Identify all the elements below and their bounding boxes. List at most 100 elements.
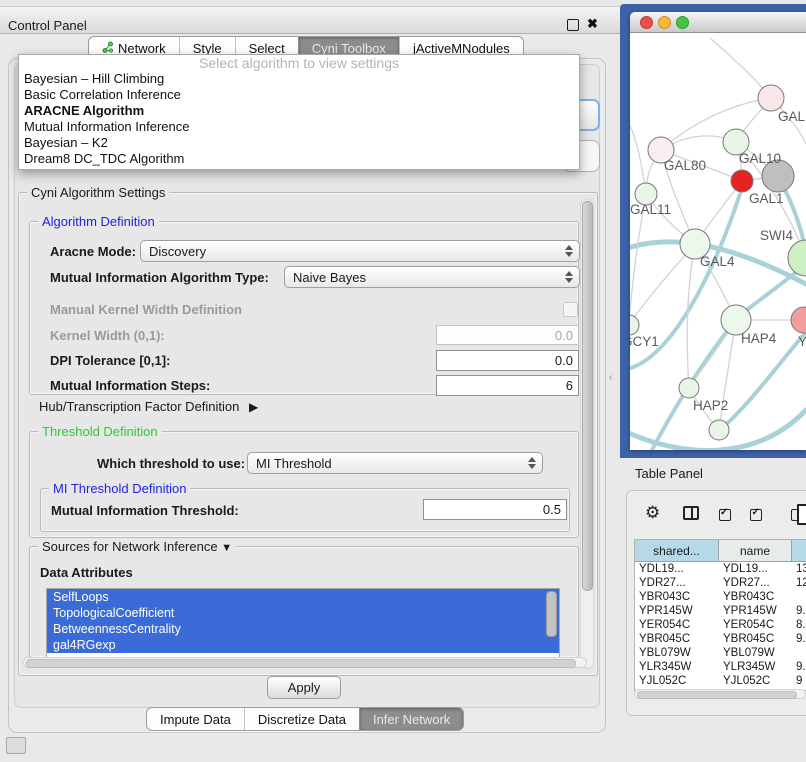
dropdown-item[interactable]: Basic Correlation Inference [19, 87, 579, 103]
node-label-gal4: GAL4 [700, 254, 735, 269]
attribute-list-item[interactable]: gal4RGexp [47, 637, 559, 653]
table-cell: YDL19... [719, 562, 792, 576]
dpi-tolerance-value: 0.0 [555, 353, 573, 368]
sources-title: Sources for Network Inference ▼ [38, 539, 236, 554]
table-row[interactable]: YJL052CYJL052C9 [635, 674, 806, 688]
dpi-tolerance-label: DPI Tolerance [0,1]: [50, 353, 170, 368]
mi-algorithm-type-combo[interactable]: Naive Bayes [284, 266, 580, 288]
zoom-traffic-light-icon[interactable] [676, 16, 689, 29]
table-row[interactable]: YBR045CYBR045C9. [635, 632, 806, 646]
table-cell: YPR145W [719, 604, 792, 618]
table-cell: 9. [792, 632, 806, 646]
select-all-checkbox-icon[interactable] [719, 509, 731, 521]
collapse-down-arrow-icon[interactable]: ▼ [221, 542, 232, 554]
tab-impute-data[interactable]: Impute Data [147, 708, 244, 730]
table-cell: 12 [792, 576, 806, 590]
network-node[interactable] [709, 420, 729, 440]
table-row[interactable]: YLR345WYLR345W9. [635, 660, 806, 674]
table-row[interactable]: YDR27...YDR27...12 [635, 576, 806, 590]
settings-hscroll-thumb[interactable] [26, 659, 576, 668]
split-columns-icon[interactable] [683, 506, 699, 520]
apply-button[interactable]: Apply [267, 676, 341, 699]
algorithm-definition-group: Algorithm Definition Aracne Mode: Discov… [29, 221, 579, 395]
tab-infer-network[interactable]: Infer Network [359, 708, 463, 730]
mi-algorithm-type-value: Naive Bayes [293, 270, 563, 285]
aracne-mode-combo[interactable]: Discovery [140, 240, 580, 262]
node-label-gal10: GAL10 [739, 151, 781, 166]
algorithm-dropdown-popup: Select algorithm to view settings Bayesi… [18, 54, 580, 170]
select-all-checkbox-icon[interactable] [750, 509, 762, 521]
minimize-traffic-light-icon[interactable] [658, 16, 671, 29]
hub-definition-expander[interactable]: Hub/Transcription Factor Definition ▶ [39, 399, 252, 414]
table-cell: YER054C [635, 618, 719, 632]
docked-panel-icon[interactable] [6, 737, 26, 754]
which-threshold-combo[interactable]: MI Threshold [247, 452, 543, 474]
table-row[interactable]: YBL079WYBL079W [635, 646, 806, 660]
gear-icon[interactable]: ⚙ [645, 503, 660, 523]
float-window-button[interactable] [567, 19, 579, 31]
close-traffic-light-icon[interactable] [640, 16, 653, 29]
dpi-tolerance-field[interactable]: 0.0 [436, 350, 579, 371]
dropdown-item[interactable]: Bayesian – K2 [19, 135, 579, 151]
manual-kernel-width-checkbox[interactable] [563, 302, 578, 317]
mi-threshold-value: 0.5 [543, 502, 561, 517]
column-header-name[interactable]: name [719, 540, 792, 561]
network-view-frame[interactable]: GALGAL80GAL10GAL1GAL11SWI4GAL4GCY1HAP4YH… [620, 4, 806, 458]
mi-threshold-label: Mutual Information Threshold: [51, 503, 239, 518]
table-hscroll-thumb[interactable] [637, 691, 797, 699]
attribute-list-item[interactable]: SelfLoops [47, 589, 559, 605]
kernel-width-label: Kernel Width (0,1): [50, 328, 165, 343]
kernel-width-field[interactable]: 0.0 [436, 325, 579, 345]
dropdown-item[interactable]: ARACNE Algorithm [19, 103, 579, 119]
table-cell: YDL19... [635, 562, 719, 576]
table-horizontal-scrollbar[interactable] [634, 689, 806, 699]
new-table-icon[interactable] [797, 504, 806, 525]
mi-threshold-field[interactable]: 0.5 [423, 499, 567, 520]
network-window-titlebar[interactable] [630, 12, 806, 33]
node-label-y: Y [798, 334, 806, 349]
kernel-width-value: 0.0 [555, 328, 573, 343]
aracne-mode-value: Discovery [149, 244, 563, 259]
column-header-A[interactable]: A [792, 540, 806, 561]
attribute-list-item[interactable]: BetweennessCentrality [47, 621, 559, 637]
mi-steps-field[interactable]: 6 [436, 375, 579, 396]
table-cell: 13 [792, 562, 806, 576]
dropdown-item[interactable]: Mutual Information Inference [19, 119, 579, 135]
dropdown-item[interactable]: Bayesian – Hill Climbing [19, 71, 579, 87]
column-header-shared...[interactable]: shared... [635, 540, 719, 561]
network-canvas[interactable]: GALGAL80GAL10GAL1GAL11SWI4GAL4GCY1HAP4YH… [630, 32, 806, 450]
dropdown-item[interactable]: Dream8 DC_TDC Algorithm [19, 151, 579, 167]
attribute-list-item[interactable]: TopologicalCoefficient [47, 605, 559, 621]
network-node-hap2[interactable] [679, 378, 699, 398]
node-label-gcy1: GCY1 [630, 334, 659, 349]
settings-vscroll-thumb[interactable] [582, 201, 593, 591]
network-node-gal[interactable] [758, 85, 784, 111]
settings-group-title: Cyni Algorithm Settings [27, 185, 169, 200]
network-window[interactable]: GALGAL80GAL10GAL1GAL11SWI4GAL4GCY1HAP4YH… [630, 12, 806, 450]
splitter-handle[interactable]: ‹ [609, 372, 612, 383]
hub-definition-label: Hub/Transcription Factor Definition [39, 399, 239, 414]
network-node-swi4[interactable] [788, 240, 806, 276]
table-row[interactable]: YPR145WYPR145W9. [635, 604, 806, 618]
data-attributes-list[interactable]: SelfLoopsTopologicalCoefficientBetweenne… [46, 588, 560, 658]
network-node-gal1[interactable] [731, 170, 753, 192]
table-cell: YLR345W [635, 660, 719, 674]
settings-vertical-scrollbar[interactable] [580, 199, 594, 669]
settings-horizontal-scrollbar[interactable] [23, 657, 587, 668]
network-node-y[interactable] [791, 307, 806, 333]
manual-kernel-width-label: Manual Kernel Width Definition [50, 302, 242, 317]
network-node-gcy1[interactable] [630, 315, 639, 335]
table-panel: ⚙ shared...nameA YDL19...YDL19...13YDR27… [626, 490, 806, 716]
table-row[interactable]: YBR043CYBR043C [635, 590, 806, 604]
table-row[interactable]: YER054CYER054C8. [635, 618, 806, 632]
cyni-algorithm-settings-group: Cyni Algorithm Settings Algorithm Defini… [18, 192, 598, 676]
control-panel-title: Control Panel [8, 18, 87, 33]
attributes-vscroll-thumb[interactable] [546, 591, 557, 637]
tab-discretize-data[interactable]: Discretize Data [244, 708, 359, 730]
table-cell [792, 646, 806, 660]
expander-right-arrow-icon[interactable]: ▶ [249, 400, 258, 414]
mi-threshold-definition-group: MI Threshold Definition Mutual Informati… [40, 488, 570, 532]
table-row[interactable]: YDL19...YDL19...13 [635, 562, 806, 576]
table-panel-title: Table Panel [635, 466, 703, 481]
close-panel-button[interactable]: ✖ [587, 16, 598, 32]
